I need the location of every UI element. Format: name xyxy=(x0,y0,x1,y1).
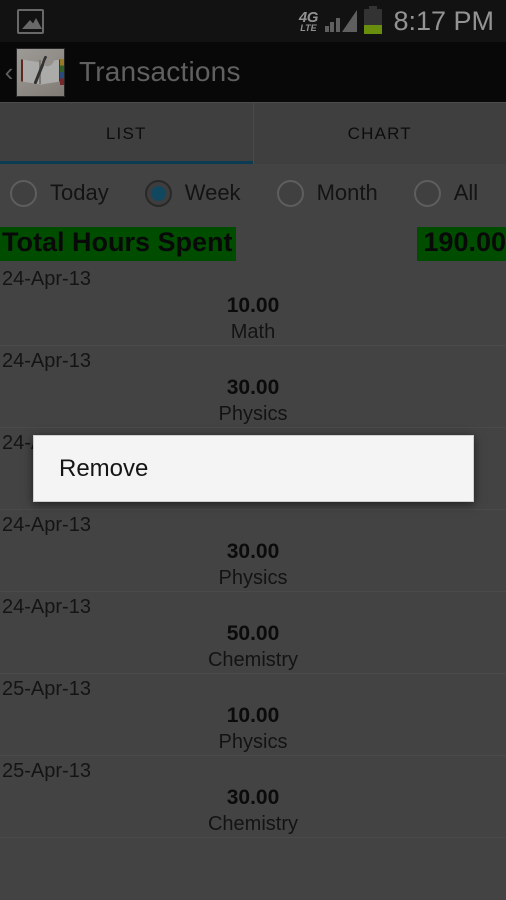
row-amount: 10.00 xyxy=(226,704,280,727)
total-hours-value: 190.00 xyxy=(417,227,506,261)
tab-list-label: LIST xyxy=(105,124,147,143)
total-hours-bar: Total Hours Spent 190.00 xyxy=(0,224,506,264)
radio-all[interactable]: All xyxy=(413,179,479,207)
table-row[interactable]: 25-Apr-13 10.00 Physics xyxy=(0,674,506,756)
battery-icon xyxy=(364,5,383,34)
period-filter-group: Today Week Month All xyxy=(0,164,506,222)
radio-week-label: Week xyxy=(184,180,241,205)
row-amount: 10.00 xyxy=(226,294,280,317)
radio-today-label: Today xyxy=(50,180,109,205)
row-category: Chemistry xyxy=(207,649,298,671)
network-type-icon: 4G LTE xyxy=(299,10,319,33)
row-category: Physics xyxy=(218,403,288,425)
page-title: Transactions xyxy=(79,56,241,87)
row-date: 24-Apr-13 xyxy=(2,350,91,372)
row-category: Chemistry xyxy=(207,813,298,835)
row-category: Physics xyxy=(218,731,288,753)
network-subtype-label: LTE xyxy=(300,22,317,33)
phone-screen: 4G LTE 8:17 PM ‹ Transactions LIST CHART xyxy=(0,0,506,900)
back-chevron-icon[interactable]: ‹ xyxy=(2,59,16,85)
row-category: Math xyxy=(230,321,276,343)
row-amount: 50.00 xyxy=(226,622,280,645)
status-bar-notifications xyxy=(0,8,44,34)
radio-week-circle xyxy=(144,179,172,207)
radio-all-circle xyxy=(413,179,441,207)
transaction-list[interactable]: 24-Apr-13 10.00 Math 24-Apr-13 30.00 Phy… xyxy=(0,264,506,900)
radio-month-label: Month xyxy=(316,180,378,205)
tab-bar: LIST CHART xyxy=(0,102,506,165)
total-hours-label: Total Hours Spent xyxy=(0,227,236,261)
row-date: 25-Apr-13 xyxy=(2,678,91,700)
table-row[interactable]: 24-Apr-13 50.00 Chemistry xyxy=(0,592,506,674)
row-category: Physics xyxy=(218,567,288,589)
row-amount: 30.00 xyxy=(226,540,280,563)
radio-all-label: All xyxy=(453,180,479,205)
radio-month[interactable]: Month xyxy=(276,179,378,207)
tab-chart-label: CHART xyxy=(347,124,412,143)
signal-strength-icon xyxy=(324,10,358,32)
context-menu-dialog[interactable]: Remove xyxy=(33,435,474,502)
row-date: 25-Apr-13 xyxy=(2,760,91,782)
table-row[interactable]: 24-Apr-13 30.00 Physics xyxy=(0,346,506,428)
row-date: 24-Apr-13 xyxy=(2,596,91,618)
gallery-icon xyxy=(17,8,44,34)
radio-today[interactable]: Today xyxy=(10,179,109,207)
menu-item-remove[interactable]: Remove xyxy=(34,436,473,501)
table-row[interactable]: 24-Apr-13 30.00 Physics xyxy=(0,510,506,592)
status-bar: 4G LTE 8:17 PM xyxy=(0,0,506,42)
tab-chart[interactable]: CHART xyxy=(252,103,506,165)
radio-week[interactable]: Week xyxy=(144,179,241,207)
tab-list[interactable]: LIST xyxy=(0,103,253,165)
status-bar-clock: 8:17 PM xyxy=(393,5,494,36)
table-row[interactable]: 25-Apr-13 30.00 Chemistry xyxy=(0,756,506,838)
table-row[interactable]: 24-Apr-13 10.00 Math xyxy=(0,264,506,346)
row-amount: 30.00 xyxy=(226,786,280,809)
status-bar-system-icons: 4G LTE 8:17 PM xyxy=(299,5,506,36)
radio-today-circle xyxy=(10,179,37,207)
row-date: 24-Apr-13 xyxy=(2,268,91,290)
row-amount: 30.00 xyxy=(226,376,280,399)
action-bar: ‹ Transactions xyxy=(0,42,506,102)
row-date: 24-Apr-13 xyxy=(2,514,91,536)
radio-month-circle xyxy=(276,179,304,207)
book-quill-icon[interactable] xyxy=(16,47,65,97)
